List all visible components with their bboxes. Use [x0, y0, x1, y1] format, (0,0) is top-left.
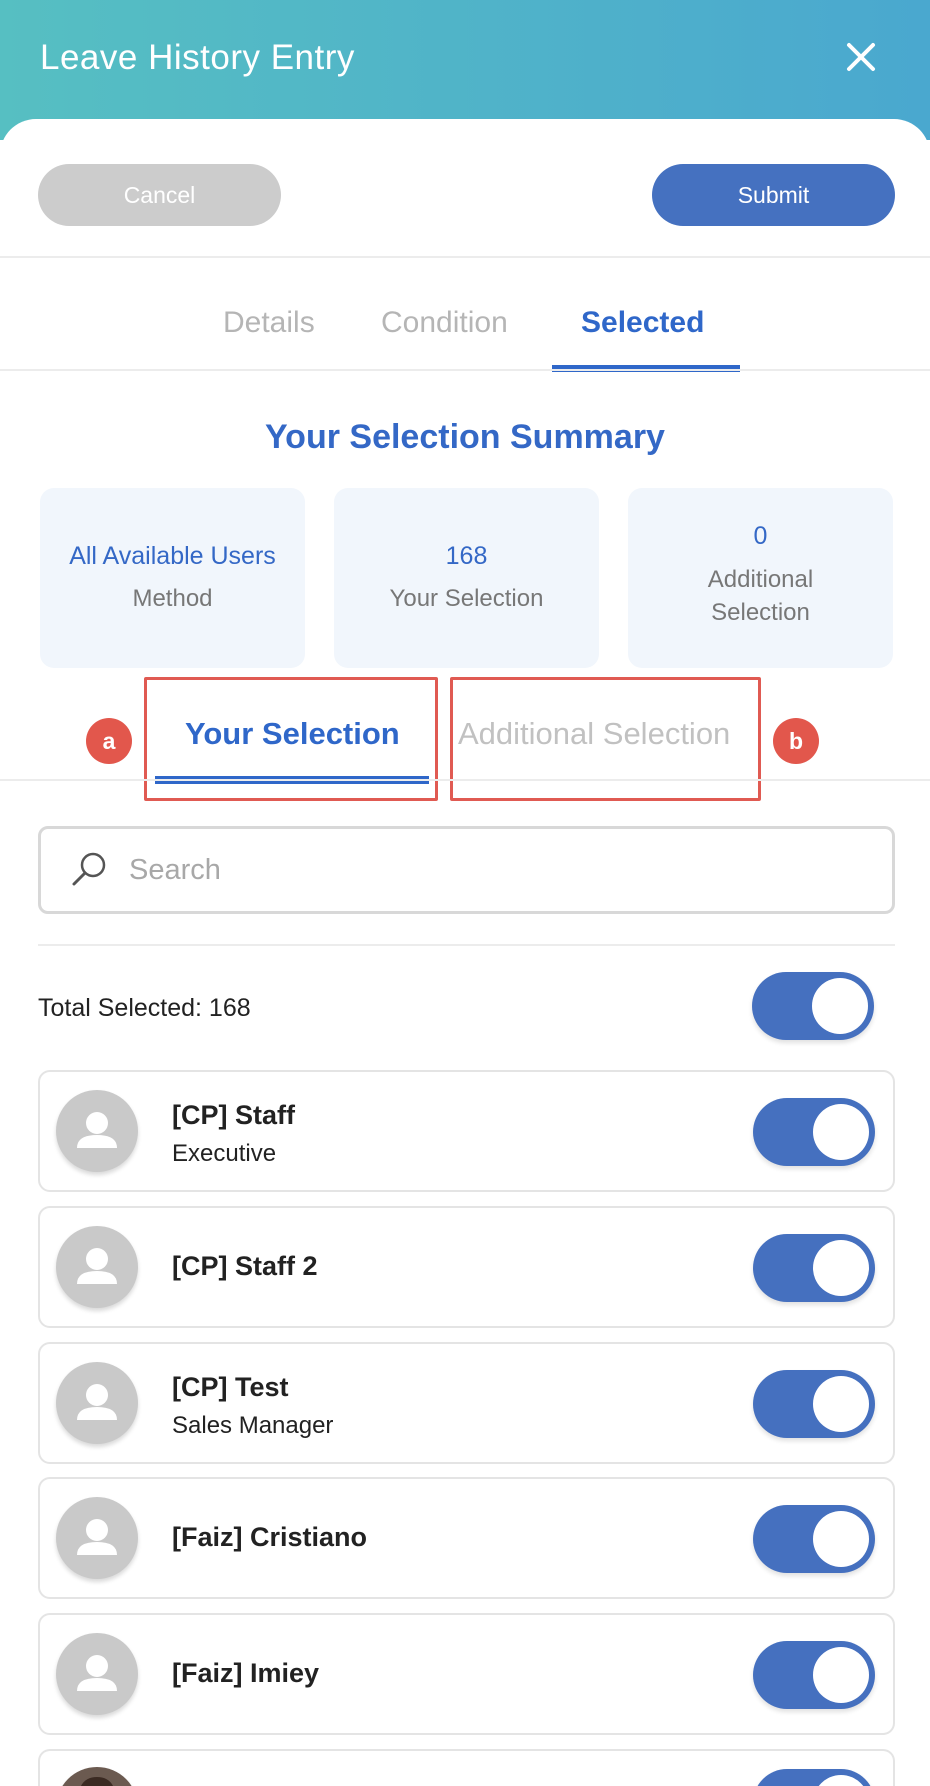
toggle-knob — [812, 978, 868, 1034]
avatar-placeholder-icon — [56, 1633, 138, 1715]
summary-card-your-selection: 168 Your Selection — [334, 488, 599, 668]
user-name: [Faiz] Imiey — [172, 1658, 320, 1688]
toggle-knob — [813, 1775, 869, 1786]
toggle-knob — [813, 1376, 869, 1432]
annotation-marker-b: b — [773, 718, 819, 764]
user-toggle[interactable] — [753, 1769, 875, 1786]
card-value: 0 — [753, 522, 768, 551]
avatar-placeholder-icon — [56, 1090, 138, 1172]
card-label: Your Selection — [389, 585, 544, 613]
submit-button[interactable]: Submit — [652, 164, 895, 226]
tab-selected[interactable]: Selected — [581, 306, 704, 340]
user-name: [CP] Staff — [172, 1100, 295, 1130]
user-name: [CP] Test — [172, 1372, 289, 1402]
toggle-knob — [813, 1647, 869, 1703]
summary-card-method: All Available Users Method — [40, 488, 305, 668]
search-divider — [38, 944, 895, 946]
card-label: Additional Selection — [707, 565, 814, 627]
card-label: Method — [132, 585, 213, 613]
search-icon — [65, 846, 113, 894]
avatar-placeholder-icon — [56, 1226, 138, 1308]
subtabs-divider — [0, 779, 930, 781]
user-toggle[interactable] — [753, 1234, 875, 1302]
user-role: Executive — [172, 1140, 277, 1167]
divider — [0, 256, 930, 258]
summary-title: Your Selection Summary — [265, 418, 665, 456]
summary-card-additional-selection: 0 Additional Selection — [628, 488, 893, 668]
card-value: All Available Users — [69, 541, 276, 570]
user-toggle[interactable] — [753, 1505, 875, 1573]
user-name: [Faiz] Cristiano — [172, 1522, 368, 1552]
select-all-toggle[interactable] — [752, 972, 874, 1040]
list-item: [CP] Staff Executive — [38, 1070, 895, 1192]
list-item: [CP] Test Sales Manager — [38, 1342, 895, 1464]
total-selected-label: Total Selected: 168 — [38, 994, 251, 1022]
cancel-button[interactable]: Cancel — [38, 164, 281, 226]
subtab-additional-selection[interactable]: Additional Selection — [458, 716, 730, 752]
tabs-divider — [0, 369, 930, 371]
toggle-knob — [813, 1511, 869, 1567]
user-toggle[interactable] — [753, 1098, 875, 1166]
list-item: [CP] Staff 2 — [38, 1206, 895, 1328]
list-item: [Faiz] Imiey — [38, 1613, 895, 1735]
toggle-knob — [813, 1240, 869, 1296]
page-title: Leave History Entry — [40, 38, 355, 77]
list-item — [38, 1749, 895, 1786]
avatar-photo — [56, 1767, 138, 1786]
search-box — [38, 826, 895, 914]
avatar-placeholder-icon — [56, 1497, 138, 1579]
subtab-your-selection[interactable]: Your Selection — [185, 716, 400, 752]
user-toggle[interactable] — [753, 1641, 875, 1709]
annotation-marker-a: a — [86, 718, 132, 764]
search-input[interactable] — [129, 853, 849, 887]
list-item: [Faiz] Cristiano — [38, 1477, 895, 1599]
card-value: 168 — [445, 541, 488, 570]
toggle-knob — [813, 1104, 869, 1160]
user-role: Sales Manager — [172, 1412, 334, 1439]
tab-details[interactable]: Details — [223, 306, 315, 340]
tab-condition[interactable]: Condition — [381, 306, 508, 340]
user-name: [CP] Staff 2 — [172, 1251, 318, 1281]
avatar-placeholder-icon — [56, 1362, 138, 1444]
close-icon[interactable] — [844, 40, 878, 74]
user-toggle[interactable] — [753, 1370, 875, 1438]
